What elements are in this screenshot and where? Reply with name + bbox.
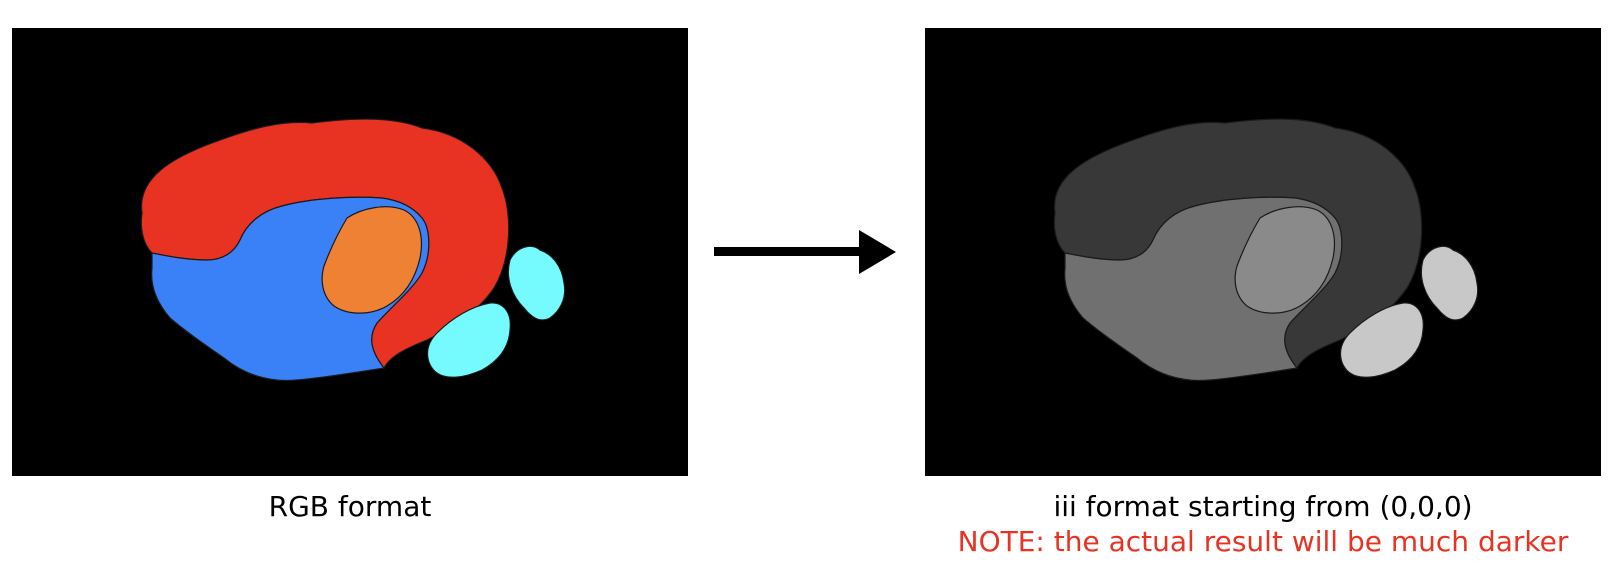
arrow-head (859, 230, 896, 274)
arrow-shaft (714, 247, 864, 256)
rgb-segmentation-svg (12, 28, 688, 476)
rgb-segmentation-image (12, 28, 688, 476)
rgb-caption: RGB format (268, 490, 432, 523)
arrow-icon (714, 230, 896, 274)
transform-arrow (714, 230, 896, 274)
grayscale-segmentation-svg (925, 28, 1601, 476)
grayscale-caption: iii format starting from (0,0,0) (1053, 490, 1473, 523)
note-text: NOTE: the actual result will be much dar… (957, 525, 1569, 558)
grayscale-segmentation-image (925, 28, 1601, 476)
